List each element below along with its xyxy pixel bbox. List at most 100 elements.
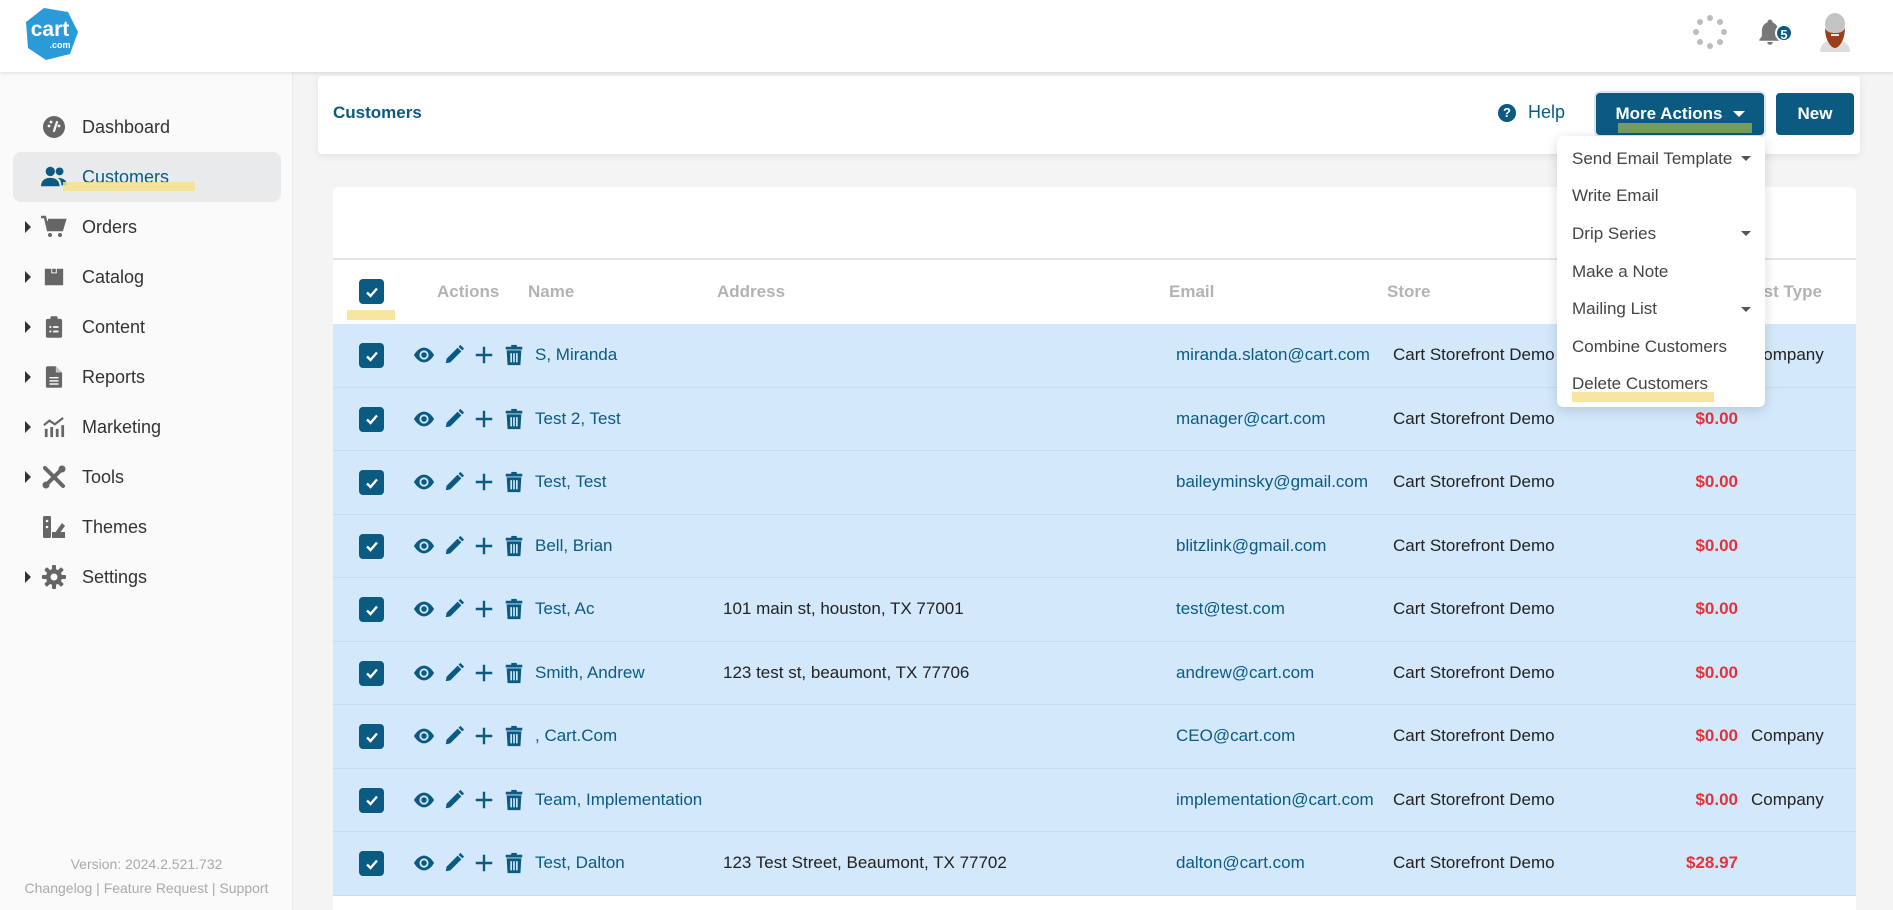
select-all-checkbox[interactable] — [359, 279, 384, 304]
view-icon[interactable] — [413, 535, 435, 557]
customer-email-link[interactable]: test@test.com — [1176, 599, 1285, 619]
add-plus-icon[interactable] — [473, 662, 495, 684]
column-header-name[interactable]: Name — [528, 282, 574, 302]
sidebar-item-marketing[interactable]: Marketing — [13, 402, 281, 452]
view-icon[interactable] — [413, 725, 435, 747]
menu-item-mailing-list[interactable]: Mailing List — [1557, 290, 1765, 328]
notifications-button[interactable]: 5 — [1755, 15, 1793, 49]
customer-email-link[interactable]: miranda.slaton@cart.com — [1176, 345, 1370, 365]
edit-pencil-icon[interactable] — [443, 344, 465, 366]
customer-name-link[interactable]: Smith, Andrew — [535, 663, 645, 683]
expand-caret-icon[interactable] — [25, 321, 31, 333]
customer-name-link[interactable]: Test 2, Test — [535, 409, 621, 429]
edit-pencil-icon[interactable] — [443, 408, 465, 430]
edit-pencil-icon[interactable] — [443, 471, 465, 493]
menu-item-drip-series[interactable]: Drip Series — [1557, 215, 1765, 253]
row-checkbox[interactable] — [359, 787, 384, 813]
column-header-store[interactable]: Store — [1387, 282, 1430, 302]
view-icon[interactable] — [413, 408, 435, 430]
sidebar-item-content[interactable]: Content — [13, 302, 281, 352]
trash-icon[interactable] — [503, 662, 525, 684]
row-checkbox[interactable] — [359, 343, 384, 368]
add-plus-icon[interactable] — [473, 471, 495, 493]
customer-name-link[interactable]: Test, Test — [535, 472, 607, 492]
menu-item-make-a-note[interactable]: Make a Note — [1557, 253, 1765, 291]
customer-name-link[interactable]: , Cart.Com — [535, 726, 617, 746]
sidebar-item-themes[interactable]: Themes — [13, 502, 281, 552]
customer-name-link[interactable]: Test, Dalton — [535, 853, 625, 873]
sidebar-item-catalog[interactable]: Catalog — [13, 252, 281, 302]
customer-email-link[interactable]: CEO@cart.com — [1176, 726, 1295, 746]
trash-icon[interactable] — [503, 535, 525, 557]
edit-pencil-icon[interactable] — [443, 852, 465, 874]
customer-email-link[interactable]: manager@cart.com — [1176, 409, 1326, 429]
customer-email-link[interactable]: blitzlink@gmail.com — [1176, 536, 1326, 556]
customer-name-link[interactable]: S, Miranda — [535, 345, 617, 365]
trash-icon[interactable] — [503, 852, 525, 874]
customer-name-link[interactable]: Test, Ac — [535, 599, 595, 619]
trash-icon[interactable] — [503, 408, 525, 430]
expand-caret-icon[interactable] — [25, 271, 31, 283]
add-plus-icon[interactable] — [473, 535, 495, 557]
sidebar-item-customers[interactable]: Customers — [13, 152, 281, 202]
row-checkbox[interactable] — [359, 660, 384, 686]
row-checkbox[interactable] — [359, 851, 384, 876]
help-button[interactable]: ? Help — [1498, 102, 1565, 123]
add-plus-icon[interactable] — [473, 852, 495, 874]
user-avatar[interactable] — [1817, 12, 1853, 52]
add-plus-icon[interactable] — [473, 789, 495, 811]
row-checkbox[interactable] — [359, 597, 384, 622]
add-plus-icon[interactable] — [473, 344, 495, 366]
customer-email-link[interactable]: implementation@cart.com — [1176, 790, 1374, 810]
menu-item-write-email[interactable]: Write Email — [1557, 178, 1765, 216]
edit-pencil-icon[interactable] — [443, 662, 465, 684]
row-checkbox[interactable] — [359, 724, 384, 749]
customer-email-link[interactable]: dalton@cart.com — [1176, 853, 1305, 873]
row-checkbox[interactable] — [359, 533, 384, 559]
view-icon[interactable] — [413, 344, 435, 366]
feature-request-link[interactable]: Feature Request — [104, 880, 208, 896]
sidebar-item-dashboard[interactable]: Dashboard — [13, 102, 281, 152]
edit-pencil-icon[interactable] — [443, 789, 465, 811]
trash-icon[interactable] — [503, 789, 525, 811]
trash-icon[interactable] — [503, 471, 525, 493]
changelog-link[interactable]: Changelog — [25, 880, 93, 896]
customer-email-link[interactable]: andrew@cart.com — [1176, 663, 1314, 683]
add-plus-icon[interactable] — [473, 408, 495, 430]
expand-caret-icon[interactable] — [25, 371, 31, 383]
sidebar-item-reports[interactable]: Reports — [13, 352, 281, 402]
view-icon[interactable] — [413, 789, 435, 811]
trash-icon[interactable] — [503, 598, 525, 620]
edit-pencil-icon[interactable] — [443, 598, 465, 620]
sidebar-item-tools[interactable]: Tools — [13, 452, 281, 502]
menu-item-delete-customers[interactable]: Delete Customers — [1557, 366, 1765, 404]
view-icon[interactable] — [413, 598, 435, 620]
edit-pencil-icon[interactable] — [443, 725, 465, 747]
expand-caret-icon[interactable] — [25, 571, 31, 583]
row-checkbox[interactable] — [359, 470, 384, 495]
support-link[interactable]: Support — [219, 880, 268, 896]
trash-icon[interactable] — [503, 344, 525, 366]
row-checkbox[interactable] — [359, 406, 384, 432]
customer-email-link[interactable]: baileyminsky@gmail.com — [1176, 472, 1368, 492]
edit-pencil-icon[interactable] — [443, 535, 465, 557]
sidebar-item-settings[interactable]: Settings — [13, 552, 281, 602]
view-icon[interactable] — [413, 662, 435, 684]
sidebar-item-orders[interactable]: Orders — [13, 202, 281, 252]
view-icon[interactable] — [413, 471, 435, 493]
expand-caret-icon[interactable] — [25, 421, 31, 433]
expand-caret-icon[interactable] — [25, 471, 31, 483]
trash-icon[interactable] — [503, 725, 525, 747]
add-plus-icon[interactable] — [473, 725, 495, 747]
column-header-email[interactable]: Email — [1169, 282, 1214, 302]
customer-name-link[interactable]: Team, Implementation — [535, 790, 702, 810]
menu-item-combine-customers[interactable]: Combine Customers — [1557, 328, 1765, 366]
more-actions-button[interactable]: More Actions — [1596, 93, 1764, 135]
view-icon[interactable] — [413, 852, 435, 874]
add-plus-icon[interactable] — [473, 598, 495, 620]
column-header-address[interactable]: Address — [717, 282, 785, 302]
cart-logo[interactable]: cart .com — [24, 6, 78, 60]
new-button[interactable]: New — [1776, 93, 1854, 135]
expand-caret-icon[interactable] — [25, 221, 31, 233]
menu-item-send-email-template[interactable]: Send Email Template — [1557, 140, 1765, 178]
